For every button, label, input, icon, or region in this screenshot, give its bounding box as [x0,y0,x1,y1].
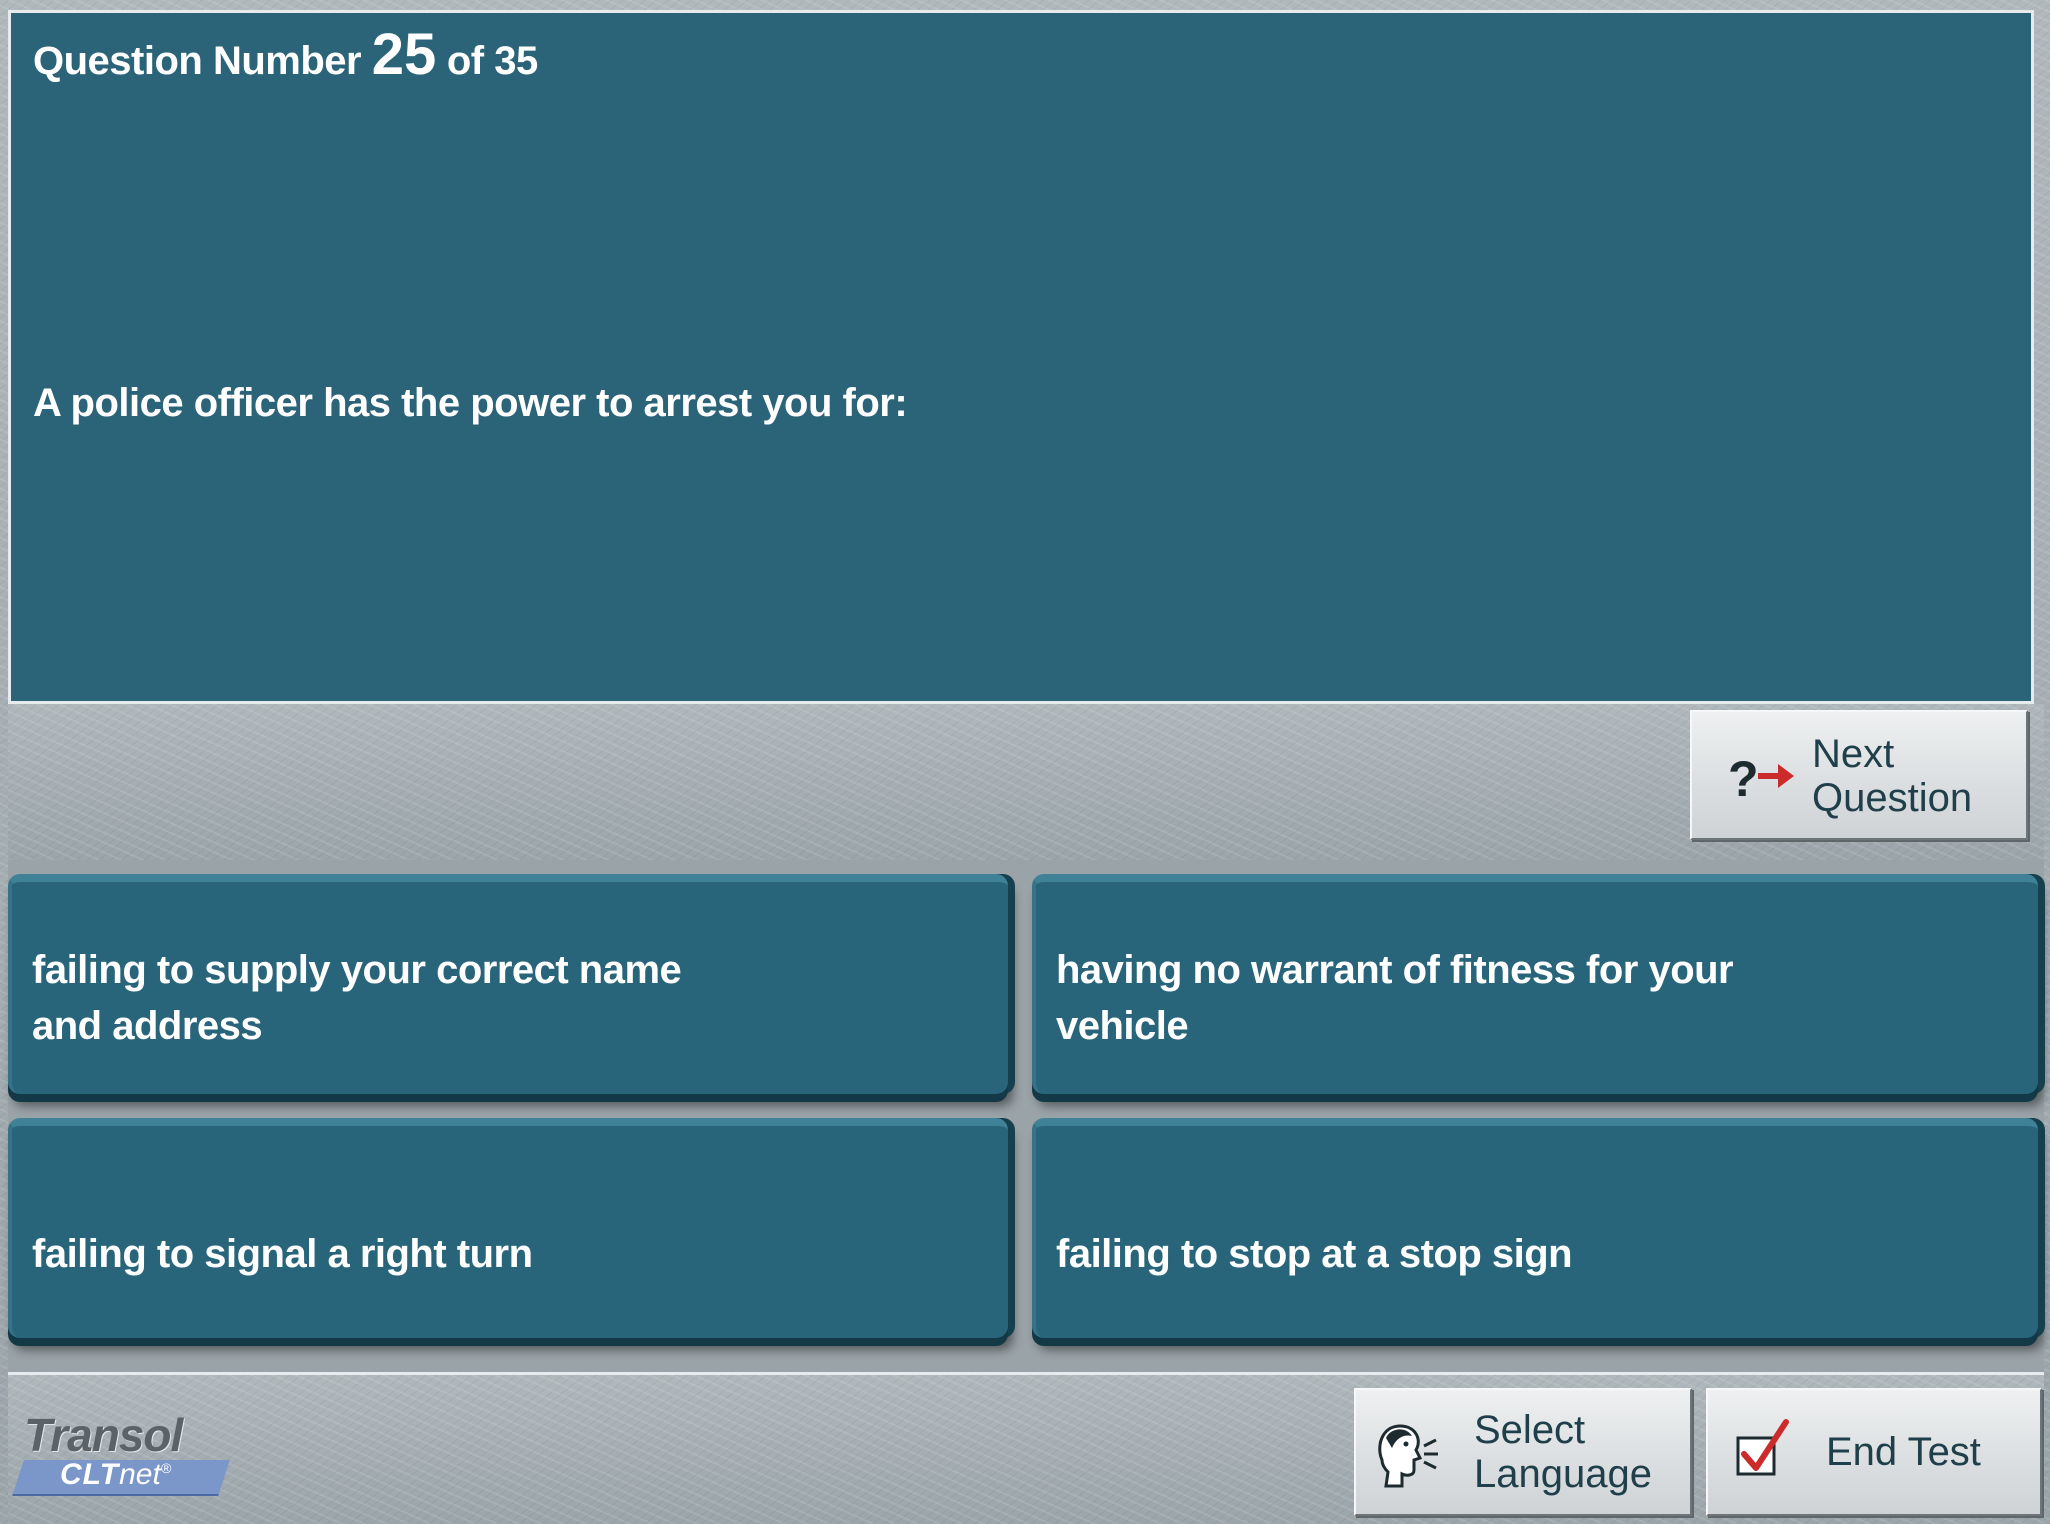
logo-subtitle-bold: CLT [60,1458,120,1491]
svg-text:?: ? [1728,751,1759,806]
checkbox-check-icon [1736,1419,1789,1476]
question-number: Question Number 25 of 35 [33,21,538,88]
select-language-button[interactable]: Select Language [1354,1388,1692,1516]
question-text: A police officer has the power to arrest… [33,381,908,425]
logo-registered-mark: ® [160,1460,172,1476]
answer-option-d[interactable]: failing to stop at a stop sign [1032,1118,2038,1338]
answer-option-c[interactable]: failing to signal a right turn [8,1118,1008,1338]
question-number-suffix: of 35 [446,39,538,83]
logo-subtitle-rest: net [119,1458,161,1491]
question-number-prefix: Question Number [33,39,362,83]
answer-option-text: failing to stop at a stop sign [1056,1232,1573,1276]
select-language-label: Select Language [1474,1408,1652,1496]
logo-title: Transol [24,1409,183,1461]
question-panel: Question Number 25 of 35 A police office… [8,10,2034,704]
transol-clt-net-logo: Transol CLTnet® [12,1408,234,1498]
test-screen: Question Number 25 of 35 A police office… [0,0,2050,1524]
question-arrow-icon: ? [1728,751,1794,806]
end-test-button[interactable]: End Test [1706,1388,2042,1516]
answer-option-text: failing to signal a right turn [32,1232,533,1276]
end-test-label: End Test [1826,1430,1981,1474]
answer-option-text: having no warrant of fitness for your ve… [1056,948,1734,1048]
logo-subtitle: CLTnet® [60,1458,171,1492]
next-question-button[interactable]: ? Next Question [1690,710,2028,840]
answer-option-b[interactable]: having no warrant of fitness for your ve… [1032,874,2038,1094]
speaking-head-icon [1378,1424,1438,1488]
answer-option-text: failing to supply your correct name and … [32,948,682,1048]
next-question-label: Next Question [1812,732,1973,820]
answer-option-a[interactable]: failing to supply your correct name and … [8,874,1008,1094]
question-number-value: 25 [371,22,437,87]
